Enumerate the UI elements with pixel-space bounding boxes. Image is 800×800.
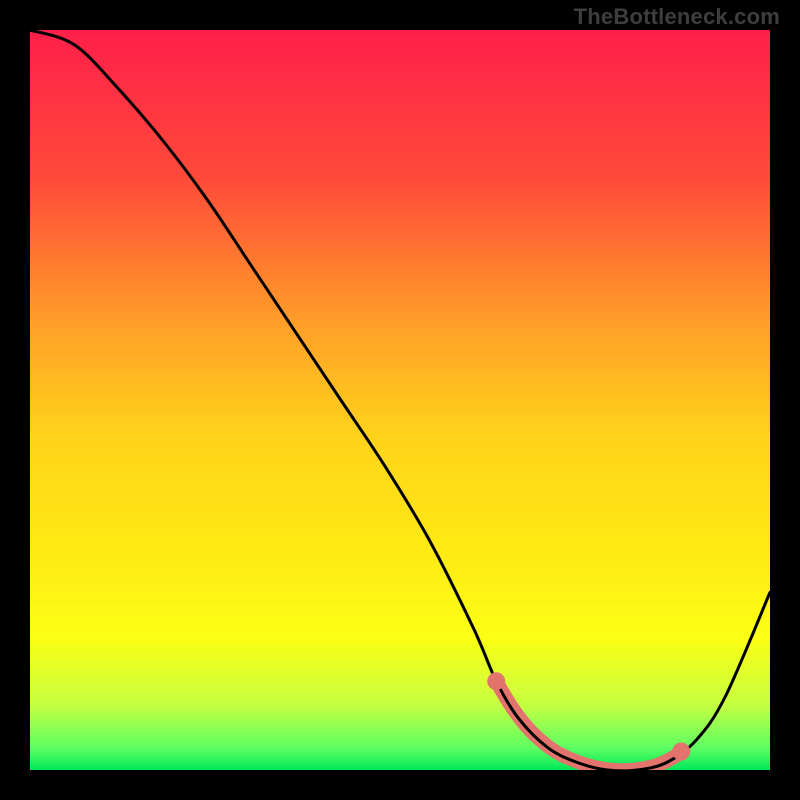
plot-area: [30, 30, 770, 770]
bottleneck-curve: [30, 30, 770, 770]
highlight-dot-start: [487, 672, 505, 690]
chart-frame: TheBottleneck.com: [0, 0, 800, 800]
curve-layer: [30, 30, 770, 770]
highlight-dot-end: [672, 743, 690, 761]
watermark-text: TheBottleneck.com: [574, 4, 780, 30]
